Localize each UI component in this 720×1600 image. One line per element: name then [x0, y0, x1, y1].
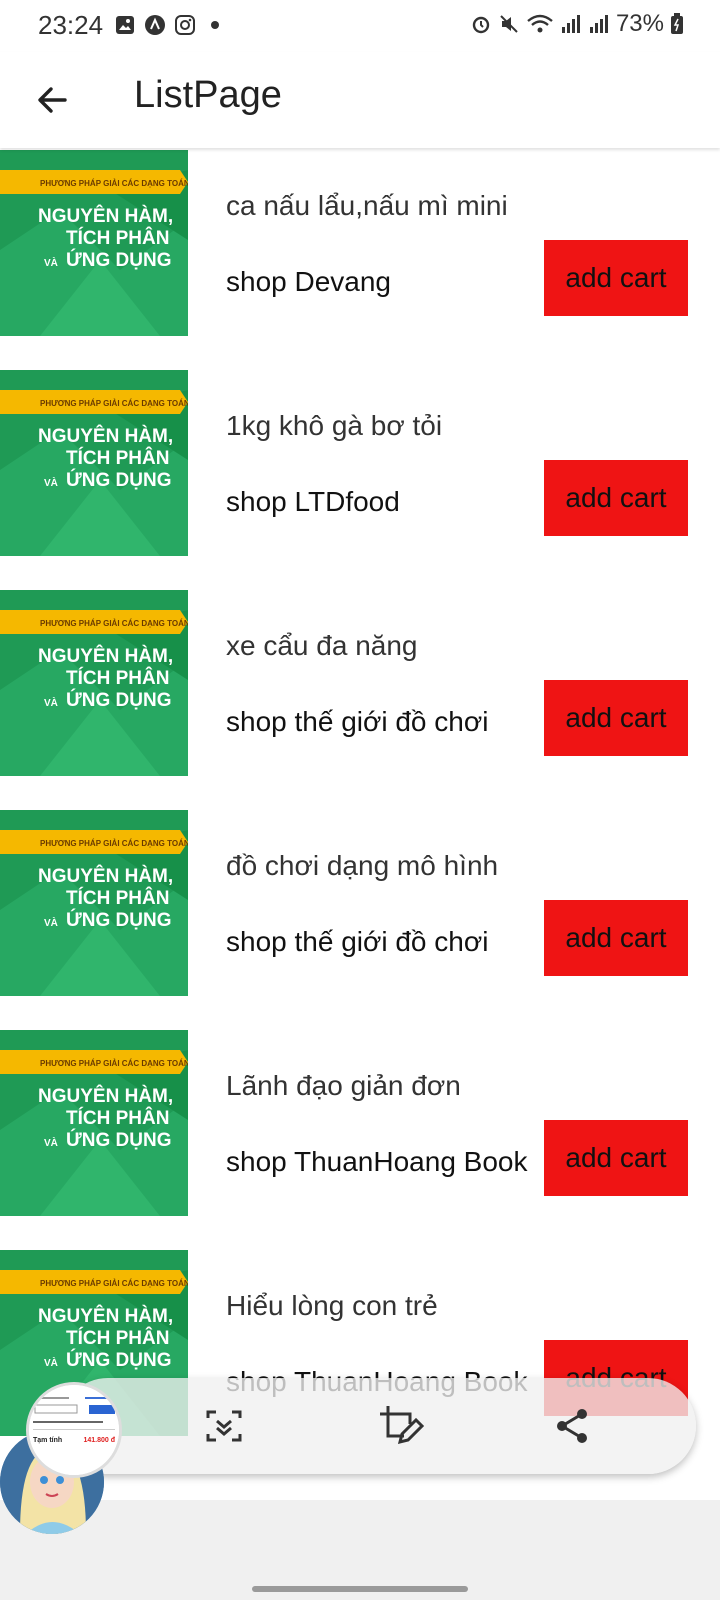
notification-icons — [114, 14, 226, 36]
book-cover-image: PHƯƠNG PHÁP GIẢI CÁC DẠNG TOÁN THPT NGUY… — [0, 370, 188, 556]
cover-title-line3: ỨNG DỤNG — [66, 689, 171, 711]
instagram-icon — [175, 15, 195, 35]
cover-title-line1: NGUYÊN HÀM, — [38, 1085, 173, 1107]
product-name: ca nấu lẩu,nấu mì mini — [226, 190, 508, 221]
shop-name: shop ThuanHoang Book — [226, 1146, 528, 1177]
cover-title-connector: VÀ — [44, 696, 58, 709]
cover-title-line3: ỨNG DỤNG — [66, 909, 171, 931]
cover-title-line3: ỨNG DỤNG — [66, 469, 171, 491]
product-image: PHƯƠNG PHÁP GIẢI CÁC DẠNG TOÁN THPT NGUY… — [0, 810, 188, 996]
alarm-icon — [472, 16, 490, 34]
list-item[interactable]: PHƯƠNG PHÁP GIẢI CÁC DẠNG TOÁN THPT NGUY… — [0, 368, 720, 556]
list-item[interactable]: PHƯƠNG PHÁP GIẢI CÁC DẠNG TOÁN THPT NGUY… — [0, 808, 720, 996]
mute-icon — [500, 15, 518, 33]
add-cart-button[interactable]: add cart — [544, 460, 688, 536]
cover-title-line2: TÍCH PHÂN — [66, 887, 169, 909]
signal-icon-2 — [589, 15, 608, 33]
status-bar: 23:24 73% — [0, 0, 720, 52]
bottom-system-area — [0, 1500, 720, 1600]
battery-icon — [671, 13, 683, 34]
cover-title-connector: VÀ — [44, 1356, 58, 1369]
shop-name: shop thế giới đồ chơi — [226, 926, 489, 957]
scroll-capture-button[interactable] — [200, 1402, 248, 1450]
list-item[interactable]: PHƯƠNG PHÁP GIẢI CÁC DẠNG TOÁN THPT NGUY… — [0, 588, 720, 776]
cover-banner-text: PHƯƠNG PHÁP GIẢI CÁC DẠNG TOÁN THPT — [40, 179, 188, 188]
preview-total-value: 141.800 đ — [83, 1437, 115, 1444]
cover-title-line2: TÍCH PHÂN — [66, 667, 169, 689]
cover-banner-text: PHƯƠNG PHÁP GIẢI CÁC DẠNG TOÁN THPT — [40, 839, 188, 848]
cover-title-line3: ỨNG DỤNG — [66, 1129, 171, 1151]
battery-percent: 73% — [615, 10, 664, 37]
home-indicator[interactable] — [252, 1586, 468, 1592]
edit-screenshot-button[interactable] — [376, 1402, 424, 1450]
cover-banner-text: PHƯƠNG PHÁP GIẢI CÁC DẠNG TOÁN THPT — [40, 399, 188, 408]
shop-name: shop thế giới đồ chơi — [226, 706, 489, 737]
signal-icon-1 — [561, 15, 580, 33]
cover-banner-text: PHƯƠNG PHÁP GIẢI CÁC DẠNG TOÁN THPT — [40, 1059, 188, 1068]
add-cart-button[interactable]: add cart — [544, 240, 688, 316]
cover-title-line1: NGUYÊN HÀM, — [38, 865, 173, 887]
cover-title-connector: VÀ — [44, 916, 58, 929]
arrow-back-icon — [38, 87, 67, 113]
cover-title-line2: TÍCH PHÂN — [66, 447, 169, 469]
product-image: PHƯƠNG PHÁP GIẢI CÁC DẠNG TOÁN THPT NGUY… — [0, 590, 188, 776]
product-list[interactable]: PHƯƠNG PHÁP GIẢI CÁC DẠNG TOÁN THPT NGUY… — [0, 148, 720, 1500]
cover-title-line3: ỨNG DỤNG — [66, 249, 171, 271]
shop-name: shop LTDfood — [226, 486, 400, 517]
add-cart-button[interactable]: add cart — [544, 680, 688, 756]
cover-title-connector: VÀ — [44, 476, 58, 489]
system-status-icons: 73% — [470, 10, 684, 38]
list-item[interactable]: PHƯƠNG PHÁP GIẢI CÁC DẠNG TOÁN THPT NGUY… — [0, 148, 720, 336]
product-name: Hiểu lòng con trẻ — [226, 1290, 438, 1321]
product-image: PHƯƠNG PHÁP GIẢI CÁC DẠNG TOÁN THPT NGUY… — [0, 1030, 188, 1216]
book-cover-image: PHƯƠNG PHÁP GIẢI CÁC DẠNG TOÁN THPT NGUY… — [0, 810, 188, 996]
cover-title-line3: ỨNG DỤNG — [66, 1349, 171, 1371]
preview-total-label: Tạm tính — [33, 1437, 63, 1444]
cover-banner-text: PHƯƠNG PHÁP GIẢI CÁC DẠNG TOÁN THPT — [40, 1279, 188, 1288]
status-time: 23:24 — [38, 10, 104, 40]
share-button[interactable] — [548, 1402, 596, 1450]
share-icon — [557, 1409, 587, 1443]
gallery-icon — [116, 16, 134, 34]
scroll-capture-icon — [206, 1410, 242, 1442]
page-title: ListPage — [134, 74, 282, 116]
app-bar: ListPage — [0, 52, 720, 148]
cover-title-connector: VÀ — [44, 1136, 58, 1149]
shop-name: shop Devang — [226, 266, 392, 297]
list-item[interactable]: PHƯƠNG PHÁP GIẢI CÁC DẠNG TOÁN THPT NGUY… — [0, 1028, 720, 1216]
back-button[interactable] — [28, 76, 76, 124]
screenshot-toolbar — [60, 1378, 696, 1474]
cover-title-line2: TÍCH PHÂN — [66, 1327, 169, 1349]
cover-title-line2: TÍCH PHÂN — [66, 1107, 169, 1129]
more-notifications-dot-icon — [211, 21, 219, 29]
book-cover-image: PHƯƠNG PHÁP GIẢI CÁC DẠNG TOÁN THPT NGUY… — [0, 150, 188, 336]
add-cart-button[interactable]: add cart — [544, 1120, 688, 1196]
product-name: đồ chơi dạng mô hình — [226, 850, 499, 881]
cover-banner-text: PHƯƠNG PHÁP GIẢI CÁC DẠNG TOÁN THPT — [40, 619, 188, 628]
product-image: PHƯƠNG PHÁP GIẢI CÁC DẠNG TOÁN THPT NGUY… — [0, 370, 188, 556]
screenshot-preview-thumbnail[interactable]: Tạm tính 141.800 đ — [26, 1382, 122, 1478]
cover-title-line2: TÍCH PHÂN — [66, 227, 169, 249]
book-cover-image: PHƯƠNG PHÁP GIẢI CÁC DẠNG TOÁN THPT NGUY… — [0, 590, 188, 776]
product-name: Lãnh đạo giản đơn — [226, 1070, 461, 1101]
wifi-icon — [527, 14, 553, 33]
book-cover-image: PHƯƠNG PHÁP GIẢI CÁC DẠNG TOÁN THPT NGUY… — [0, 1030, 188, 1216]
crop-edit-icon — [380, 1406, 424, 1445]
cover-title-line1: NGUYÊN HÀM, — [38, 645, 173, 667]
preview-miniature — [29, 1385, 119, 1475]
product-image: PHƯƠNG PHÁP GIẢI CÁC DẠNG TOÁN THPT NGUY… — [0, 150, 188, 336]
cover-title-connector: VÀ — [44, 256, 58, 269]
product-name: 1kg khô gà bơ tỏi — [226, 410, 443, 441]
add-cart-button[interactable]: add cart — [544, 900, 688, 976]
cover-title-line1: NGUYÊN HÀM, — [38, 1305, 173, 1327]
app-notification-icon — [145, 15, 165, 35]
cover-title-line1: NGUYÊN HÀM, — [38, 205, 173, 227]
product-name: xe cẩu đa năng — [226, 630, 418, 661]
cover-title-line1: NGUYÊN HÀM, — [38, 425, 173, 447]
